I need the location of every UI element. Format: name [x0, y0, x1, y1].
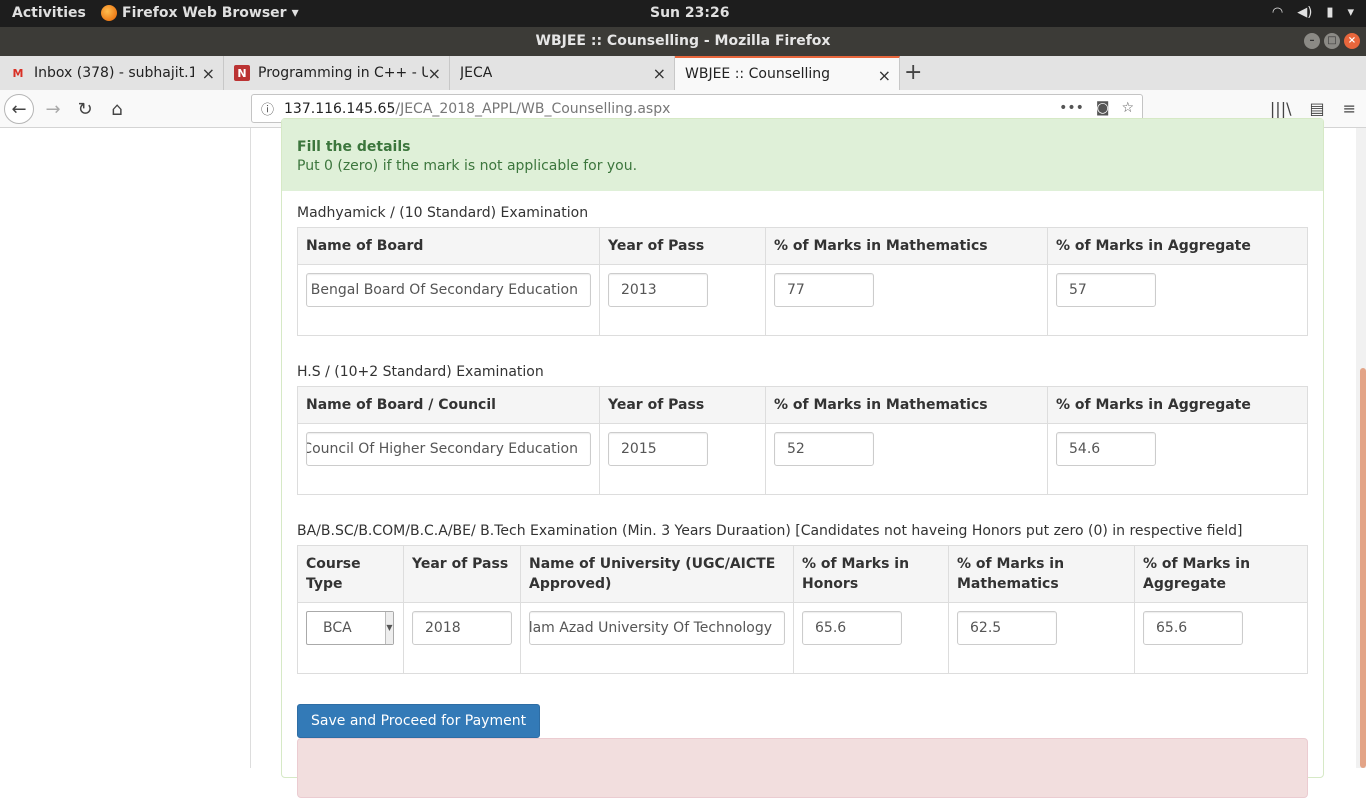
column-header: Year of Pass	[403, 545, 521, 603]
page-actions-icon[interactable]: •••	[1059, 100, 1084, 116]
column-header: Name of Board	[297, 227, 600, 265]
new-tab-button[interactable]: +	[904, 60, 922, 85]
close-tab-icon[interactable]: ×	[653, 64, 666, 83]
chevron-down-icon: ▾	[1347, 5, 1354, 20]
year-of-pass-input[interactable]: 2018	[412, 611, 512, 645]
info-icon[interactable]: ⓘ	[261, 99, 274, 118]
tab-programming[interactable]: N Programming in C++ - Ur ×	[224, 56, 450, 90]
column-header: % of Marks in Aggregate	[1047, 386, 1308, 424]
info-alert: Fill the details Put 0 (zero) if the mar…	[282, 119, 1323, 191]
column-header: Year of Pass	[599, 227, 766, 265]
column-header: Name of University (UGC/AICTE Approved)	[520, 545, 794, 603]
home-button[interactable]: ⌂	[102, 94, 132, 124]
gmail-icon: M	[12, 66, 24, 80]
close-tab-icon[interactable]: ×	[202, 64, 215, 83]
chevron-down-icon: ▾	[291, 5, 299, 21]
honors-marks-input[interactable]: 65.6	[802, 611, 902, 645]
university-name-value: Maulana Abul Kalam Azad University Of Te…	[529, 620, 772, 636]
url-path: /JECA_2018_APPL/WB_Counselling.aspx	[395, 100, 671, 117]
pocket-icon[interactable]: ◙	[1096, 100, 1110, 116]
tab-bar: M Inbox (378) - subhajit.147 × N Program…	[0, 56, 1366, 90]
university-name-input[interactable]: Maulana Abul Kalam Azad University Of Te…	[529, 611, 785, 645]
back-button[interactable]: ←	[4, 94, 34, 124]
volume-icon: ◀)	[1297, 5, 1313, 20]
maximize-button[interactable]: □	[1324, 33, 1340, 49]
column-header: % of Marks in Mathematics	[765, 227, 1048, 265]
alert-heading: Fill the details	[297, 139, 411, 155]
tab-title: JECA	[460, 65, 493, 81]
year-of-pass-input[interactable]: 2013	[608, 273, 708, 307]
tab-title: Inbox (378) - subhajit.147	[34, 65, 194, 81]
window-title: WBJEE :: Counselling - Mozilla Firefox	[535, 33, 831, 49]
url-host: 137.116.145.65	[284, 100, 396, 117]
aggregate-marks-input[interactable]: 57	[1056, 273, 1156, 307]
library-icon[interactable]: |||\	[1270, 99, 1292, 118]
math-marks-input[interactable]: 62.5	[957, 611, 1057, 645]
aggregate-marks-input[interactable]: 54.6	[1056, 432, 1156, 466]
column-header: % of Marks in Mathematics	[948, 545, 1135, 603]
details-panel: Fill the details Put 0 (zero) if the mar…	[281, 118, 1324, 798]
council-name-value: West Bengal Council Of Higher Secondary …	[306, 441, 578, 457]
close-window-button[interactable]: ×	[1344, 33, 1360, 49]
column-header: % of Marks in Aggregate	[1134, 545, 1308, 603]
minimize-button[interactable]: –	[1304, 33, 1320, 49]
hs-section-title: H.S / (10+2 Standard) Examination	[297, 364, 544, 380]
course-type-select[interactable]: BCA ▼	[306, 611, 394, 645]
close-tab-icon[interactable]: ×	[878, 66, 891, 85]
column-header: Year of Pass	[599, 386, 766, 424]
activities-button[interactable]: Activities	[12, 5, 86, 21]
system-tray[interactable]: ◠ ◀) ▮ ▾	[1272, 5, 1354, 20]
firefox-icon	[101, 5, 117, 21]
alert-subtext: Put 0 (zero) if the mark is not applicab…	[297, 158, 638, 174]
close-tab-icon[interactable]: ×	[428, 64, 441, 83]
error-alert	[297, 738, 1308, 798]
graduation-table: Course Type Year of Pass Name of Univers…	[297, 545, 1308, 674]
scrollbar-thumb[interactable]	[1360, 368, 1366, 768]
table-row: BCA ▼ 2018 Maulana Abul Kalam Azad Univer…	[297, 602, 1308, 674]
board-name-value: West Bengal Board Of Secondary Education	[307, 282, 578, 298]
bookmark-star-icon[interactable]: ☆	[1121, 100, 1134, 116]
graduation-section-title: BA/B.SC/B.COM/B.C.A/BE/ B.Tech Examinati…	[297, 523, 1243, 539]
board-name-input[interactable]: West Bengal Board Of Secondary Education	[306, 273, 591, 307]
column-header: % of Marks in Honors	[793, 545, 949, 603]
column-header: % of Marks in Aggregate	[1047, 227, 1308, 265]
page-content: Fill the details Put 0 (zero) if the mar…	[0, 118, 1366, 798]
course-type-value: BCA	[323, 620, 352, 636]
reload-button[interactable]: ↻	[70, 94, 100, 124]
column-header: Name of Board / Council	[297, 386, 600, 424]
dropdown-arrow-icon: ▼	[385, 612, 393, 644]
wifi-icon: ◠	[1271, 5, 1284, 20]
tab-title: WBJEE :: Counselling	[685, 66, 831, 82]
year-of-pass-input[interactable]: 2015	[608, 432, 708, 466]
save-and-proceed-button[interactable]: Save and Proceed for Payment	[297, 704, 541, 738]
tab-inbox[interactable]: M Inbox (378) - subhajit.147 ×	[0, 56, 224, 90]
column-header: Course Type	[297, 545, 404, 603]
math-marks-input[interactable]: 77	[774, 273, 874, 307]
app-menu[interactable]: Firefox Web Browser ▾	[101, 5, 299, 21]
battery-icon: ▮	[1326, 5, 1334, 20]
math-marks-input[interactable]: 52	[774, 432, 874, 466]
clock[interactable]: Sun 23:26	[650, 5, 729, 21]
tab-wbjee[interactable]: WBJEE :: Counselling ×	[675, 56, 900, 90]
aggregate-marks-input[interactable]: 65.6	[1143, 611, 1243, 645]
council-name-input[interactable]: West Bengal Council Of Higher Secondary …	[306, 432, 591, 466]
table-row: West Bengal Board Of Secondary Education…	[297, 264, 1308, 336]
madhyamick-table: Name of Board Year of Pass % of Marks in…	[297, 227, 1308, 336]
app-menu-label: Firefox Web Browser	[122, 5, 287, 21]
forward-button[interactable]: →	[38, 94, 68, 124]
tab-jeca[interactable]: JECA ×	[450, 56, 675, 90]
table-row: West Bengal Council Of Higher Secondary …	[297, 423, 1308, 495]
sidebar-icon[interactable]: ▤	[1309, 99, 1324, 118]
hamburger-menu-icon[interactable]: ≡	[1343, 99, 1356, 118]
system-top-bar: Activities Firefox Web Browser ▾ Sun 23:…	[0, 0, 1366, 27]
tab-title: Programming in C++ - Ur	[258, 65, 428, 81]
nptel-icon: N	[234, 65, 250, 81]
hs-table: Name of Board / Council Year of Pass % o…	[297, 386, 1308, 495]
window-title-bar: WBJEE :: Counselling - Mozilla Firefox –…	[0, 27, 1366, 56]
left-divider	[250, 128, 251, 768]
column-header: % of Marks in Mathematics	[765, 386, 1048, 424]
madhyamick-section-title: Madhyamick / (10 Standard) Examination	[297, 205, 589, 221]
